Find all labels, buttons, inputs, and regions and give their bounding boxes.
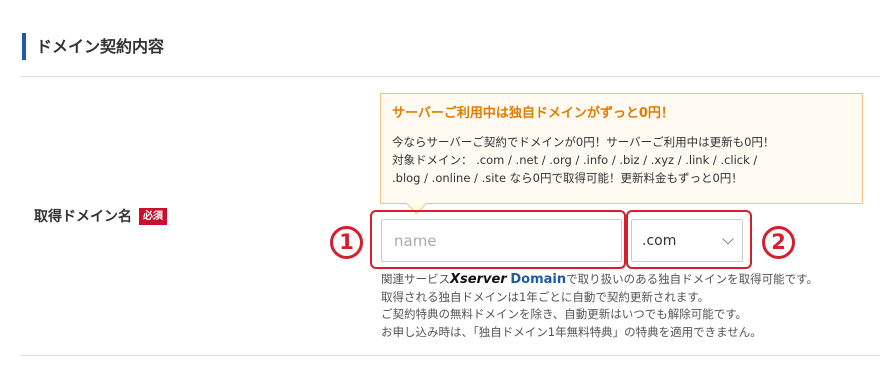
section-title: ドメイン契約内容 xyxy=(22,33,164,60)
domain-name-input[interactable] xyxy=(381,219,622,262)
required-badge: 必須 xyxy=(139,207,167,225)
notice-line: 今ならサーバーご契約でドメインが0円！サーバーご利用中は更新も0円！ xyxy=(392,135,775,149)
tld-select[interactable]: .com xyxy=(631,219,743,262)
notice-title: サーバーご利用中は独自ドメインがずっと0円！ xyxy=(392,106,674,121)
divider-bottom xyxy=(20,355,880,356)
help-text: 関連サービスXserver Domainで取り扱いのある独自ドメインを取得可能で… xyxy=(381,271,818,341)
help-line-2: 取得される独自ドメインは1年ごとに自動で契約更新されます。 xyxy=(381,289,710,304)
free-domain-notice: サーバーご利用中は独自ドメインがずっと0円！ 今ならサーバーご契約でドメインが0… xyxy=(380,93,863,204)
divider-top xyxy=(20,76,880,77)
help-line-3: ご契約特典の無料ドメインを除き、自動更新はいつでも解除可能です。 xyxy=(381,307,748,321)
field-label-row: 取得ドメイン名 必須 xyxy=(34,206,167,226)
notice-line: .blog / .online / .site なら0円で取得可能！更新料金もず… xyxy=(392,171,743,185)
notice-line: 対象ドメイン： .com / .net / .org / .info / .bi… xyxy=(392,153,758,167)
help-line-4: お申し込み時は、「独自ドメイン1年無料特典」の特典を適用できません。 xyxy=(381,324,762,339)
tld-selected-value: .com xyxy=(642,232,677,249)
chevron-down-icon xyxy=(722,232,734,245)
help-line-1: 関連サービスXserver Domainで取り扱いのある独自ドメインを取得可能で… xyxy=(381,272,818,287)
annotation-marker-1: 1 xyxy=(330,226,363,259)
xserver-logo-text: Xserver xyxy=(450,272,507,287)
domain-logo-text: Domain xyxy=(510,272,567,287)
annotation-marker-2: 2 xyxy=(762,226,795,259)
domain-name-label: 取得ドメイン名 xyxy=(34,209,132,225)
